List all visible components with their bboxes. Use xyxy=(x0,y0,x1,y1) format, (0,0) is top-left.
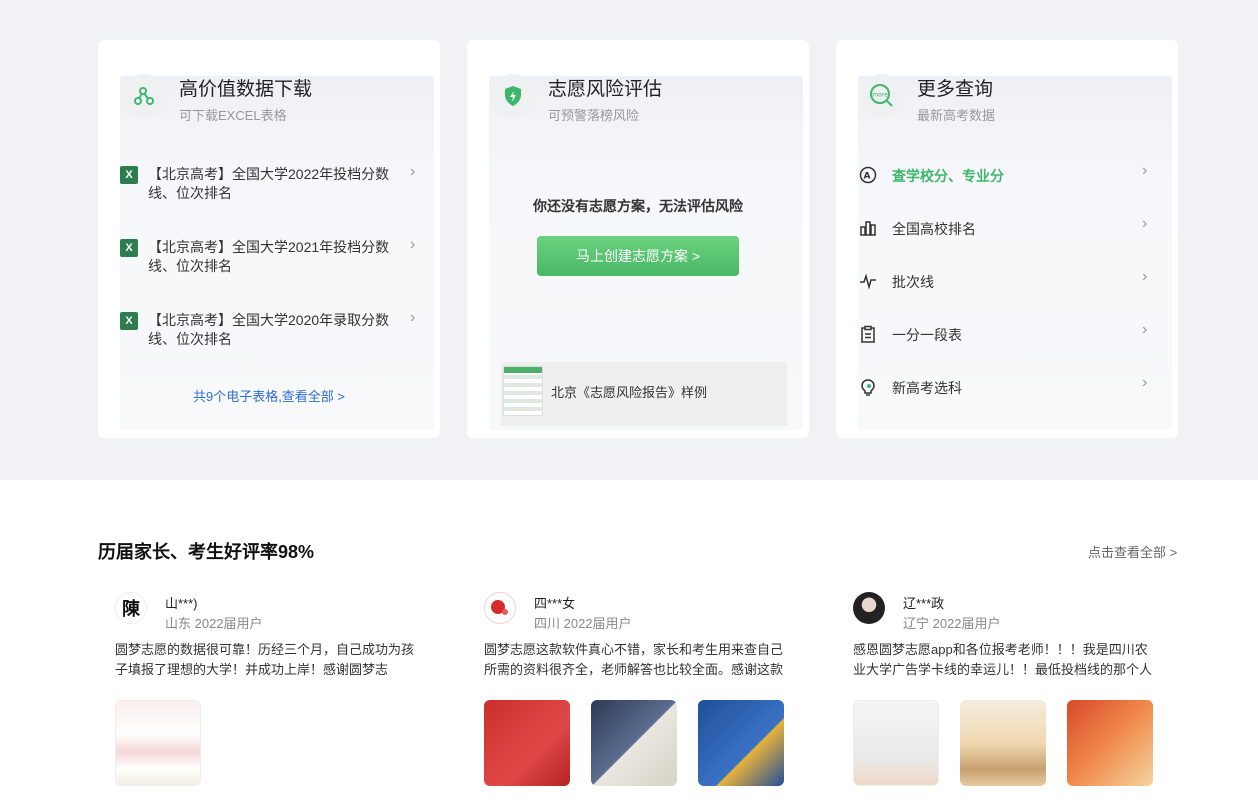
download-item-label: 【北京高考】全国大学2020年录取分数线、位次排名 xyxy=(148,312,390,347)
chevron-right-icon: › xyxy=(1142,321,1148,338)
no-plan-message: 你还没有志愿方案，无法评估风险 xyxy=(533,198,743,214)
share-nodes-icon xyxy=(122,74,166,118)
reviews-section-title: 历届家长、考生好评率98% xyxy=(98,542,315,562)
download-item-label: 【北京高考】全国大学2022年投档分数线、位次排名 xyxy=(148,166,390,201)
download-item[interactable]: X 【北京高考】全国大学2021年投档分数线、位次排名 › xyxy=(120,236,420,283)
download-item[interactable]: X 【北京高考】全国大学2020年录取分数线、位次排名 › xyxy=(120,309,420,356)
clipboard-icon xyxy=(858,324,878,344)
review-card[interactable]: 陳 山***) 山东 2022届用户 圆梦志愿的数据很可靠！历经三个月，自己成功… xyxy=(115,590,433,800)
download-item-label: 【北京高考】全国大学2021年投档分数线、位次排名 xyxy=(148,239,390,274)
card-header: more 更多查询 最新高考数据 xyxy=(860,74,1158,128)
reviewer-meta: 四川 2022届用户 xyxy=(534,616,632,631)
card-title: 志愿风险评估 xyxy=(548,79,663,100)
review-photo[interactable] xyxy=(115,700,201,786)
review-text: 圆梦志愿这款软件真心不错，家长和考生用来查自己所需的资料很齐全，老师解答也比较全… xyxy=(484,642,784,677)
reviewer-name: 四***女 xyxy=(534,596,576,611)
chevron-right-icon: › xyxy=(1142,162,1148,179)
query-item-label: 查学校分、专业分 xyxy=(892,168,1004,184)
card-header: 志愿风险评估 可预警落榜风险 xyxy=(491,74,789,128)
review-photo[interactable] xyxy=(960,700,1046,786)
svg-text:more: more xyxy=(872,92,888,99)
reviewer-meta: 辽宁 2022届用户 xyxy=(903,616,1001,631)
review-photo[interactable] xyxy=(591,700,677,786)
svg-text:A: A xyxy=(864,172,871,182)
report-sample-label: 北京《志愿风险报告》样例 xyxy=(551,385,708,400)
card-header: 高价值数据下载 可下载EXCEL表格 xyxy=(122,74,420,128)
magnifier-more-icon: more xyxy=(860,74,904,118)
card-subtitle: 最新高考数据 xyxy=(917,108,996,123)
risk-assessment-card: 志愿风险评估 可预警落榜风险 你还没有志愿方案，无法评估风险 马上创建志愿方案 … xyxy=(467,40,809,438)
card-title: 高价值数据下载 xyxy=(179,79,313,100)
review-text: 感恩圆梦志愿app和各位报考老师！！！我是四川农业大学广告学卡线的幸运儿！！最低… xyxy=(853,642,1153,677)
query-item-label: 新高考选科 xyxy=(892,380,962,396)
query-item-university-ranking[interactable]: 全国高校排名 › xyxy=(858,215,1158,248)
review-text: 圆梦志愿的数据很可靠！历经三个月，自己成功为孩子填报了理想的大学！并成功上岸！感… xyxy=(115,642,415,677)
view-all-reviews-link[interactable]: 点击查看全部 > xyxy=(1088,542,1177,561)
excel-icon: X xyxy=(120,166,138,184)
chevron-right-icon: › xyxy=(1142,215,1148,232)
avatar xyxy=(853,592,885,624)
card-subtitle: 可下载EXCEL表格 xyxy=(179,108,287,123)
chevron-right-icon: › xyxy=(410,163,416,180)
review-card[interactable]: 辽***政 辽宁 2022届用户 感恩圆梦志愿app和各位报考老师！！！我是四川… xyxy=(853,590,1171,800)
pulse-line-icon xyxy=(858,271,878,291)
report-thumbnail xyxy=(503,366,543,416)
query-item-label: 一分一段表 xyxy=(892,327,962,343)
more-queries-card: more 更多查询 最新高考数据 A 查学校分、专业分 › 全国高校排名 › 批… xyxy=(836,40,1178,438)
bar-chart-icon xyxy=(858,218,878,238)
avatar xyxy=(484,592,516,624)
excel-icon: X xyxy=(120,239,138,257)
review-photo[interactable] xyxy=(853,700,939,786)
card-subtitle: 可预警落榜风险 xyxy=(548,108,640,123)
query-item-score-table[interactable]: 一分一段表 › xyxy=(858,321,1158,354)
review-photo[interactable] xyxy=(484,700,570,786)
query-item-subject-selection[interactable]: 新高考选科 › xyxy=(858,374,1158,407)
query-item-batch-line[interactable]: 批次线 › xyxy=(858,268,1158,301)
query-item-label: 全国高校排名 xyxy=(892,221,976,237)
create-plan-button[interactable]: 马上创建志愿方案 > xyxy=(537,236,739,276)
reviewer-name: 辽***政 xyxy=(903,596,945,611)
review-card[interactable]: 四***女 四川 2022届用户 圆梦志愿这款软件真心不错，家长和考生用来查自己… xyxy=(484,590,802,800)
avatar: 陳 xyxy=(115,592,147,624)
excel-icon: X xyxy=(120,312,138,330)
query-item-school-score[interactable]: A 查学校分、专业分 › xyxy=(858,162,1158,195)
review-photo[interactable] xyxy=(1067,700,1153,786)
reviewer-name: 山***) xyxy=(165,596,198,611)
review-photo[interactable] xyxy=(698,700,784,786)
report-sample-link[interactable]: 北京《志愿风险报告》样例 xyxy=(501,362,787,426)
data-download-card: 高价值数据下载 可下载EXCEL表格 X 【北京高考】全国大学2022年投档分数… xyxy=(98,40,440,438)
chevron-right-icon: › xyxy=(410,309,416,326)
chevron-right-icon: › xyxy=(1142,374,1148,391)
download-item[interactable]: X 【北京高考】全国大学2022年投档分数线、位次排名 › xyxy=(120,163,420,210)
lightbulb-icon xyxy=(858,377,878,397)
view-all-spreadsheets-link[interactable]: 共9个电子表格,查看全部 > xyxy=(98,386,440,405)
score-a-icon: A xyxy=(858,165,878,185)
chevron-right-icon: › xyxy=(410,236,416,253)
query-item-label: 批次线 xyxy=(892,274,934,290)
chevron-right-icon: › xyxy=(1142,268,1148,285)
reviewer-meta: 山东 2022届用户 xyxy=(165,616,263,631)
shield-bolt-icon xyxy=(491,74,535,118)
card-title: 更多查询 xyxy=(917,79,994,100)
